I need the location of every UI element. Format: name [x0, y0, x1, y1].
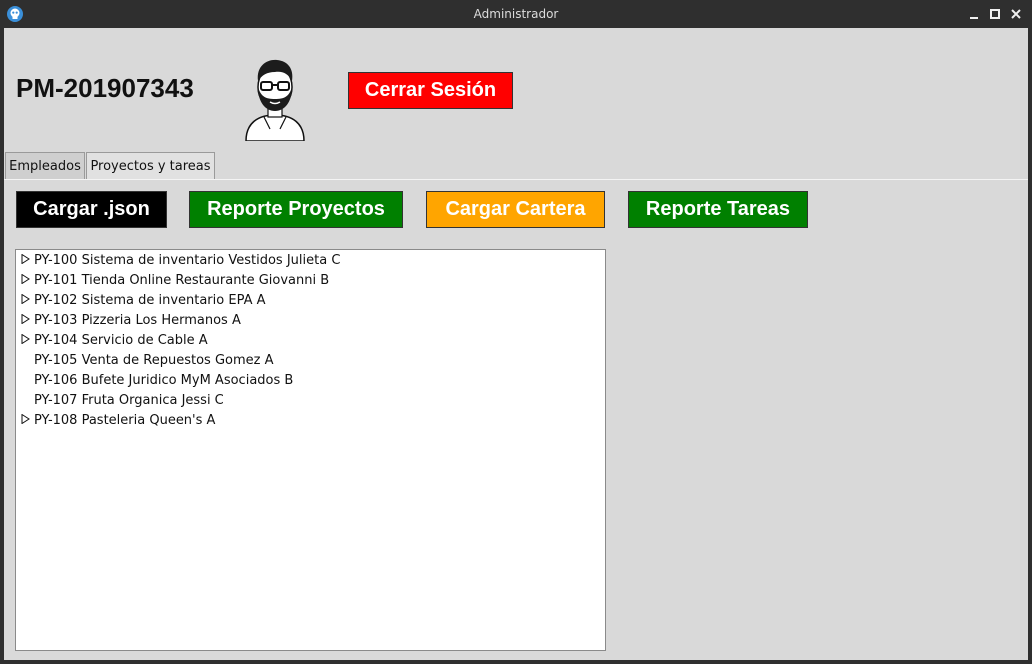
- tree-item[interactable]: PY-101 Tienda Online Restaurante Giovann…: [21, 270, 329, 290]
- minimize-icon[interactable]: [966, 6, 982, 22]
- window-title: Administrador: [473, 7, 559, 21]
- tree-item[interactable]: PY-105 Venta de Repuestos Gomez A: [21, 350, 274, 370]
- avatar: [245, 59, 305, 141]
- tree-item-label: PY-101 Tienda Online Restaurante Giovann…: [34, 272, 330, 288]
- title-bar: Administrador: [0, 0, 1032, 28]
- load-json-button[interactable]: Cargar .json: [16, 191, 167, 228]
- logout-button[interactable]: Cerrar Sesión: [348, 72, 513, 109]
- tab-proyectos-y-tareas[interactable]: Proyectos y tareas: [86, 152, 215, 179]
- tree-item-label: PY-104 Servicio de Cable A: [34, 332, 208, 348]
- projects-report-button[interactable]: Reporte Proyectos: [189, 191, 403, 228]
- app-window: Administrador PM-201907343 Cerrar Sesión…: [0, 0, 1032, 664]
- expand-triangle-icon[interactable]: [21, 253, 34, 267]
- tree-item[interactable]: PY-104 Servicio de Cable A: [21, 330, 208, 350]
- tree-item-label: PY-100 Sistema de inventario Vestidos Ju…: [34, 252, 341, 268]
- tasks-report-button[interactable]: Reporte Tareas: [628, 191, 808, 228]
- tree-item[interactable]: PY-106 Bufete Juridico MyM Asociados B: [21, 370, 293, 390]
- main-panel: PM-201907343 Cerrar Sesión Empleados Pro…: [4, 28, 1028, 660]
- tree-item-label: PY-102 Sistema de inventario EPA A: [34, 292, 266, 308]
- tree-item-label: PY-105 Venta de Repuestos Gomez A: [34, 352, 274, 368]
- tree-item-label: PY-106 Bufete Juridico MyM Asociados B: [34, 372, 294, 388]
- tree-item-label: PY-108 Pasteleria Queen's A: [34, 412, 216, 428]
- expand-triangle-icon[interactable]: [21, 333, 34, 347]
- tree-item[interactable]: PY-100 Sistema de inventario Vestidos Ju…: [21, 250, 340, 270]
- expand-triangle-icon[interactable]: [21, 273, 34, 287]
- tab-empleados[interactable]: Empleados: [5, 152, 85, 179]
- maximize-icon[interactable]: [987, 6, 1003, 22]
- user-id-label: PM-201907343: [16, 73, 194, 103]
- tree-item[interactable]: PY-102 Sistema de inventario EPA A: [21, 290, 266, 310]
- expand-triangle-icon[interactable]: [21, 293, 34, 307]
- expand-triangle-icon[interactable]: [21, 313, 34, 327]
- tree-item[interactable]: PY-103 Pizzeria Los Hermanos A: [21, 310, 241, 330]
- tree-item[interactable]: PY-107 Fruta Organica Jessi C: [21, 390, 224, 410]
- tab-divider: [4, 179, 1028, 180]
- project-tree[interactable]: PY-100 Sistema de inventario Vestidos Ju…: [15, 249, 606, 651]
- load-portfolio-button[interactable]: Cargar Cartera: [426, 191, 605, 228]
- close-icon[interactable]: [1008, 6, 1024, 22]
- expand-triangle-icon[interactable]: [21, 413, 34, 427]
- tab-bar: Empleados Proyectos y tareas: [4, 152, 1028, 180]
- tree-item[interactable]: PY-108 Pasteleria Queen's A: [21, 410, 215, 430]
- tree-item-label: PY-107 Fruta Organica Jessi C: [34, 392, 224, 408]
- tree-item-label: PY-103 Pizzeria Los Hermanos A: [34, 312, 241, 328]
